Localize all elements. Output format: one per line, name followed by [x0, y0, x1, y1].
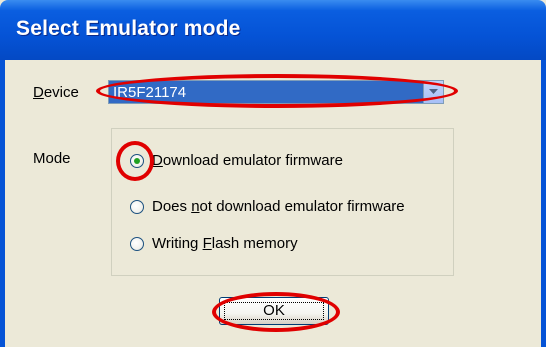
radio-label-no-download-firmware[interactable]: Does not download emulator firmware [152, 198, 405, 215]
radio-label-writing-flash[interactable]: Writing Flash memory [152, 235, 298, 252]
mode-label: Mode [33, 150, 71, 167]
dropdown-button[interactable] [423, 81, 443, 103]
title-bar[interactable]: Select Emulator mode [0, 0, 546, 60]
device-select[interactable]: IR5F21174 [108, 80, 444, 104]
window-frame-right [541, 60, 546, 347]
radio-download-firmware[interactable] [130, 154, 144, 168]
device-select-value: IR5F21174 [113, 84, 187, 101]
radio-writing-flash[interactable] [130, 237, 144, 251]
focus-rect [224, 302, 324, 320]
window-frame-left [0, 60, 5, 347]
radio-selected-dot [134, 158, 140, 164]
window-title: Select Emulator mode [16, 17, 241, 40]
radio-label-download-firmware[interactable]: Download emulator firmware [152, 152, 343, 169]
device-label: Device [33, 84, 79, 101]
ok-button[interactable]: OK [219, 297, 329, 325]
dialog-window: Select Emulator mode Device IR5F21174 Mo… [0, 0, 546, 347]
chevron-down-icon [429, 89, 438, 94]
radio-no-download-firmware[interactable] [130, 200, 144, 214]
